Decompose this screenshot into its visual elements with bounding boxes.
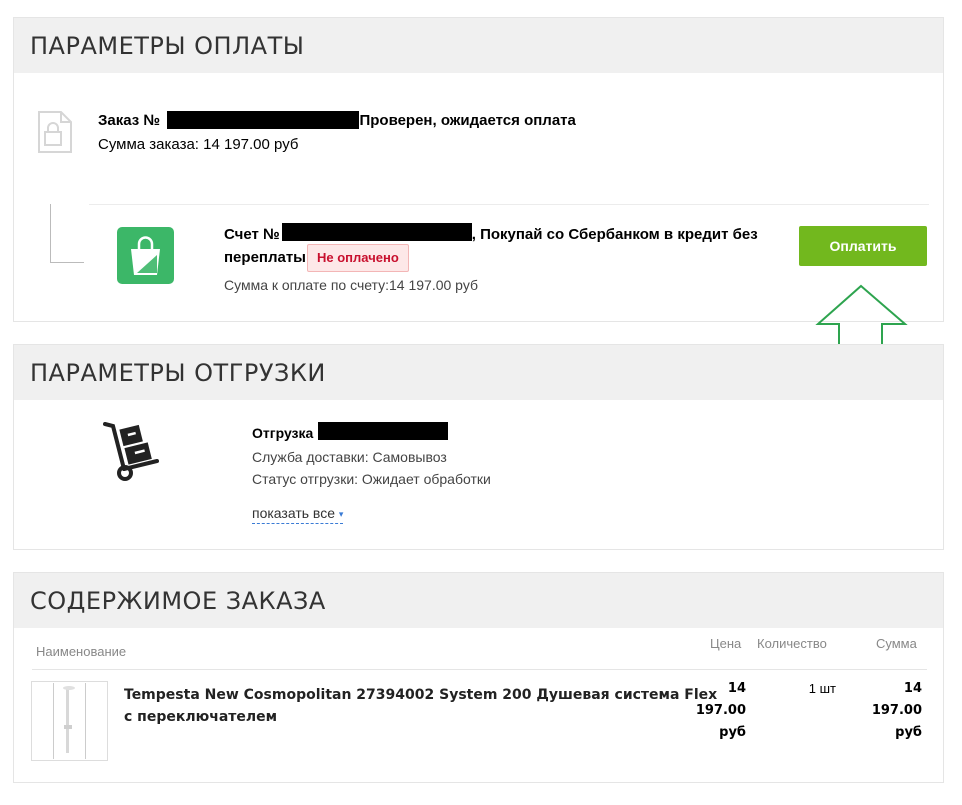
invoice-title: , Покупай со Сбербанком в кредит без [471, 226, 758, 243]
order-contents-panel-title: СОДЕРЖИМОЕ ЗАКАЗА [30, 587, 326, 615]
product-price-currency: руб [719, 725, 746, 740]
shipment-number-redacted [318, 422, 448, 440]
order-contents-panel-header: СОДЕРЖИМОЕ ЗАКАЗА [14, 573, 943, 628]
hand-truck-icon [103, 422, 159, 481]
show-all-label: показать все [252, 505, 335, 521]
product-name-line2: с переключателем [124, 709, 278, 725]
invoice-number-redacted [282, 223, 472, 241]
tree-connector [50, 204, 84, 263]
unpaid-status-badge: Не оплачено [307, 244, 409, 272]
payment-panel-title: ПАРАМЕТРЫ ОПЛАТЫ [30, 32, 305, 60]
pay-button[interactable]: Оплатить [799, 226, 927, 266]
shower-system-thumbnail[interactable] [31, 681, 108, 761]
product-price: 14 197.00 руб [674, 678, 746, 744]
product-qty: 1 шт [808, 681, 836, 696]
order-contents-panel: СОДЕРЖИМОЕ ЗАКАЗА Наименование Цена Коли… [13, 572, 944, 783]
payment-panel-header: ПАРАМЕТРЫ ОПЛАТЫ [14, 18, 943, 73]
shipment-label: Отгрузка [252, 425, 314, 441]
show-all-link[interactable]: показать все ▾ [252, 505, 344, 524]
invoice-sum: Сумма к оплате по счету:14 197.00 руб [224, 277, 478, 293]
product-price-value: 14 197.00 [695, 681, 746, 718]
product-sum-value: 14 197.00 [871, 681, 922, 718]
shipment-panel-header: ПАРАМЕТРЫ ОТГРУЗКИ [14, 345, 943, 400]
payment-panel: ПАРАМЕТРЫ ОПЛАТЫ Заказ № , Проверен, ожид… [13, 17, 944, 322]
order-sum: Сумма заказа: 14 197.00 руб [98, 136, 299, 153]
shipment-panel: ПАРАМЕТРЫ ОТГРУЗКИ Отгрузка Служба доста… [13, 344, 944, 550]
document-lock-icon [38, 111, 72, 153]
sber-bag-icon [117, 227, 174, 284]
table-header-divider [32, 669, 927, 670]
product-name-link[interactable]: Tempesta New Cosmopolitan 27394002 Syste… [124, 684, 717, 728]
column-header-sum: Сумма [876, 636, 917, 651]
invoice-number-label: Счет № [224, 226, 280, 243]
shipment-status: Статус отгрузки: Ожидает обработки [252, 471, 491, 487]
chevron-down-icon: ▾ [338, 508, 344, 519]
column-header-qty: Количество [757, 636, 827, 651]
delivery-service: Служба доставки: Самовывоз [252, 449, 447, 465]
product-sum: 14 197.00 руб [850, 678, 922, 744]
order-number-label: Заказ № [98, 112, 161, 129]
column-header-name: Наименование [36, 644, 127, 659]
order-number-redacted [167, 111, 359, 129]
invoice-title-line2: переплаты [224, 249, 306, 266]
shipment-panel-title: ПАРАМЕТРЫ ОТГРУЗКИ [30, 359, 326, 387]
order-status: , Проверен, ожидается оплата [351, 112, 576, 129]
product-sum-currency: руб [895, 725, 922, 740]
invoice-separator [89, 204, 929, 205]
column-header-price: Цена [710, 636, 742, 651]
product-name-line1: Tempesta New Cosmopolitan 27394002 Syste… [124, 687, 718, 703]
